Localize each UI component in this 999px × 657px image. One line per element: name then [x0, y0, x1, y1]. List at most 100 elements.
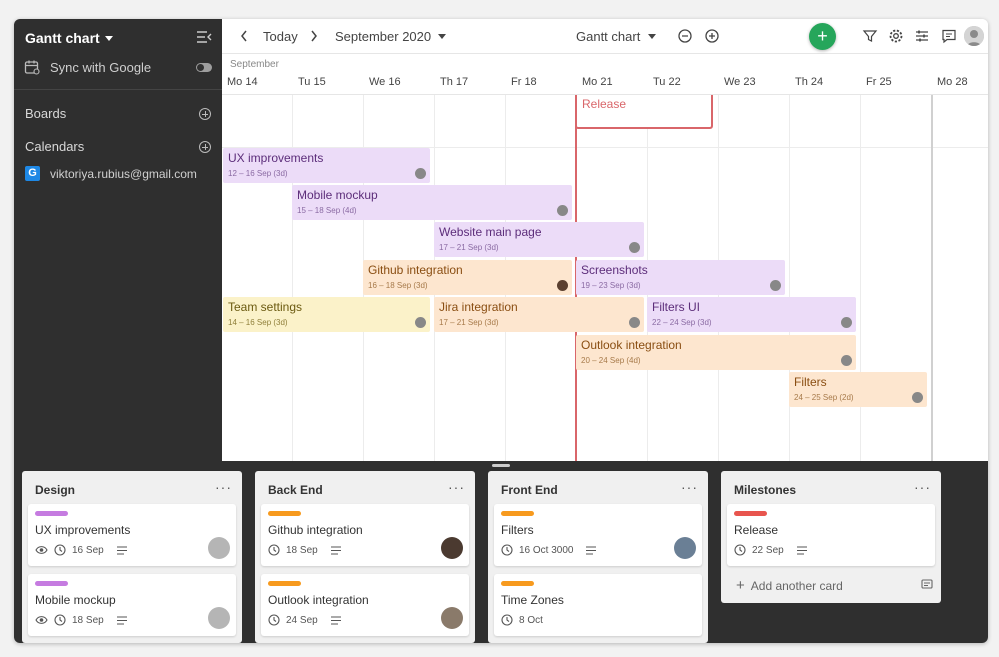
period-label: September 2020 — [335, 29, 432, 44]
sync-toggle[interactable] — [196, 63, 212, 72]
milestone-label: Release — [582, 97, 627, 111]
card-date: 16 Oct 3000 — [519, 544, 574, 556]
card-title: Filters — [501, 523, 534, 537]
next-period-icon[interactable] — [306, 28, 322, 44]
board-card[interactable]: Github integration 18 Sep — [261, 504, 469, 566]
task-title: Screenshots — [581, 263, 648, 277]
day-label: Fr 18 — [511, 76, 537, 88]
task-dates: 22 – 24 Sep (3d) — [652, 318, 712, 327]
zoom-in-icon[interactable] — [704, 28, 720, 44]
day-label: Mo 28 — [937, 76, 968, 88]
milestone-release[interactable]: Release — [575, 95, 713, 129]
card-tag — [734, 511, 767, 516]
prev-period-icon[interactable] — [236, 28, 252, 44]
board-column-design: Design ··· UX improvements 16 Sep Mobile… — [22, 471, 242, 643]
column-menu-icon[interactable]: ··· — [215, 479, 232, 495]
panel-splitter[interactable] — [14, 461, 988, 471]
task-bar[interactable]: Filters 24 – 25 Sep (2d) — [789, 372, 927, 407]
eye-icon — [35, 616, 48, 624]
task-bar[interactable]: Filters UI 22 – 24 Sep (3d) — [647, 297, 856, 332]
board-card[interactable]: Filters 16 Oct 3000 — [494, 504, 702, 566]
card-tag — [268, 581, 301, 586]
day-label: Mo 14 — [227, 76, 258, 88]
user-avatar[interactable] — [964, 26, 984, 46]
week-divider-line — [931, 95, 933, 461]
column-menu-icon[interactable]: ··· — [914, 479, 931, 495]
drag-handle[interactable] — [492, 464, 510, 467]
board-card[interactable]: Outlook integration 24 Sep — [261, 574, 469, 636]
board-card[interactable]: Time Zones 8 Oct — [494, 574, 702, 636]
timeline-header: September Mo 14 Tu 15 We 16 Th 17 Fr 18 … — [222, 54, 988, 95]
task-bar[interactable]: UX improvements 12 – 16 Sep (3d) — [223, 148, 430, 183]
board-column-front-end: Front End ··· Filters 16 Oct 3000 Time Z… — [488, 471, 708, 643]
column-menu-icon[interactable]: ··· — [681, 479, 698, 495]
add-card-label: Add another card — [750, 579, 843, 593]
card-date: 16 Sep — [72, 544, 104, 556]
board-card[interactable]: UX improvements 16 Sep — [28, 504, 236, 566]
comments-icon[interactable] — [941, 28, 957, 44]
assignee-avatar — [841, 317, 852, 328]
add-calendar-icon[interactable] — [199, 141, 211, 153]
board-card[interactable]: Release 22 Sep — [727, 504, 935, 566]
today-button[interactable]: Today — [263, 29, 298, 44]
app-window: Gantt chart Sync with Google Boards Cale… — [14, 19, 988, 643]
task-bar[interactable]: Website main page 17 – 21 Sep (3d) — [434, 222, 644, 257]
description-icon — [330, 545, 341, 555]
task-dates: 15 – 18 Sep (4d) — [297, 206, 357, 215]
collapse-sidebar-icon[interactable] — [196, 31, 212, 43]
card-meta: 8 Oct — [501, 614, 543, 626]
column-menu-icon[interactable]: ··· — [448, 479, 465, 495]
add-board-icon[interactable] — [199, 108, 211, 120]
calendar-sync-icon — [24, 60, 40, 75]
chevron-down-icon — [648, 34, 657, 39]
column-title: Milestones — [734, 483, 797, 497]
gantt-grid: Release UX improvements 12 – 16 Sep (3d)… — [222, 95, 988, 461]
clock-icon — [501, 544, 513, 556]
task-bar[interactable]: Github integration 16 – 18 Sep (3d) — [363, 260, 572, 295]
boards-panel: Design ··· UX improvements 16 Sep Mobile… — [14, 471, 988, 643]
task-bar[interactable]: Mobile mockup 15 – 18 Sep (4d) — [292, 185, 572, 220]
assignee-avatar — [629, 242, 640, 253]
card-template-icon[interactable] — [921, 579, 933, 589]
clock-icon — [268, 544, 280, 556]
chevron-down-icon — [438, 34, 447, 39]
clock-icon — [501, 614, 513, 626]
gear-icon[interactable] — [888, 28, 904, 44]
task-dates: 14 – 16 Sep (3d) — [228, 318, 288, 327]
task-title: Outlook integration — [581, 338, 682, 352]
assignee-avatar — [208, 537, 230, 559]
description-icon — [586, 545, 597, 555]
card-date: 18 Sep — [286, 544, 318, 556]
add-task-button[interactable]: + — [809, 23, 836, 50]
task-bar[interactable]: Screenshots 19 – 23 Sep (3d) — [576, 260, 785, 295]
task-dates: 17 – 21 Sep (3d) — [439, 318, 499, 327]
assignee-avatar — [557, 280, 568, 291]
task-bar[interactable]: Jira integration 17 – 21 Sep (3d) — [434, 297, 644, 332]
sync-google-row[interactable]: Sync with Google — [24, 59, 151, 75]
assignee-avatar — [770, 280, 781, 291]
board-card[interactable]: Mobile mockup 18 Sep — [28, 574, 236, 636]
plus-icon: + — [736, 577, 745, 594]
google-calendar-icon: G — [25, 166, 40, 181]
add-card-button[interactable]: + Add another card — [736, 577, 843, 594]
zoom-out-icon[interactable] — [677, 28, 693, 44]
task-dates: 20 – 24 Sep (4d) — [581, 356, 641, 365]
task-dates: 16 – 18 Sep (3d) — [368, 281, 428, 290]
task-title: Mobile mockup — [297, 188, 378, 202]
calendars-section-label: Calendars — [25, 139, 85, 154]
view-switcher[interactable]: Gantt chart — [25, 30, 113, 46]
task-bar[interactable]: Team settings 14 – 16 Sep (3d) — [223, 297, 430, 332]
assignee-avatar — [629, 317, 640, 328]
task-dates: 17 – 21 Sep (3d) — [439, 243, 499, 252]
task-title: Team settings — [228, 300, 303, 314]
assignee-avatar — [441, 537, 463, 559]
filter-icon[interactable] — [862, 28, 878, 44]
view-mode-selector[interactable]: Gantt chart — [576, 29, 657, 44]
sliders-icon[interactable] — [914, 28, 930, 44]
task-bar[interactable]: Outlook integration 20 – 24 Sep (4d) — [576, 335, 856, 370]
assignee-avatar — [415, 317, 426, 328]
period-selector[interactable]: September 2020 — [335, 29, 447, 44]
day-label: Tu 22 — [653, 76, 681, 88]
calendar-item-google[interactable]: G viktoriya.rubius@gmail.com — [25, 166, 197, 181]
clock-icon — [54, 614, 66, 626]
